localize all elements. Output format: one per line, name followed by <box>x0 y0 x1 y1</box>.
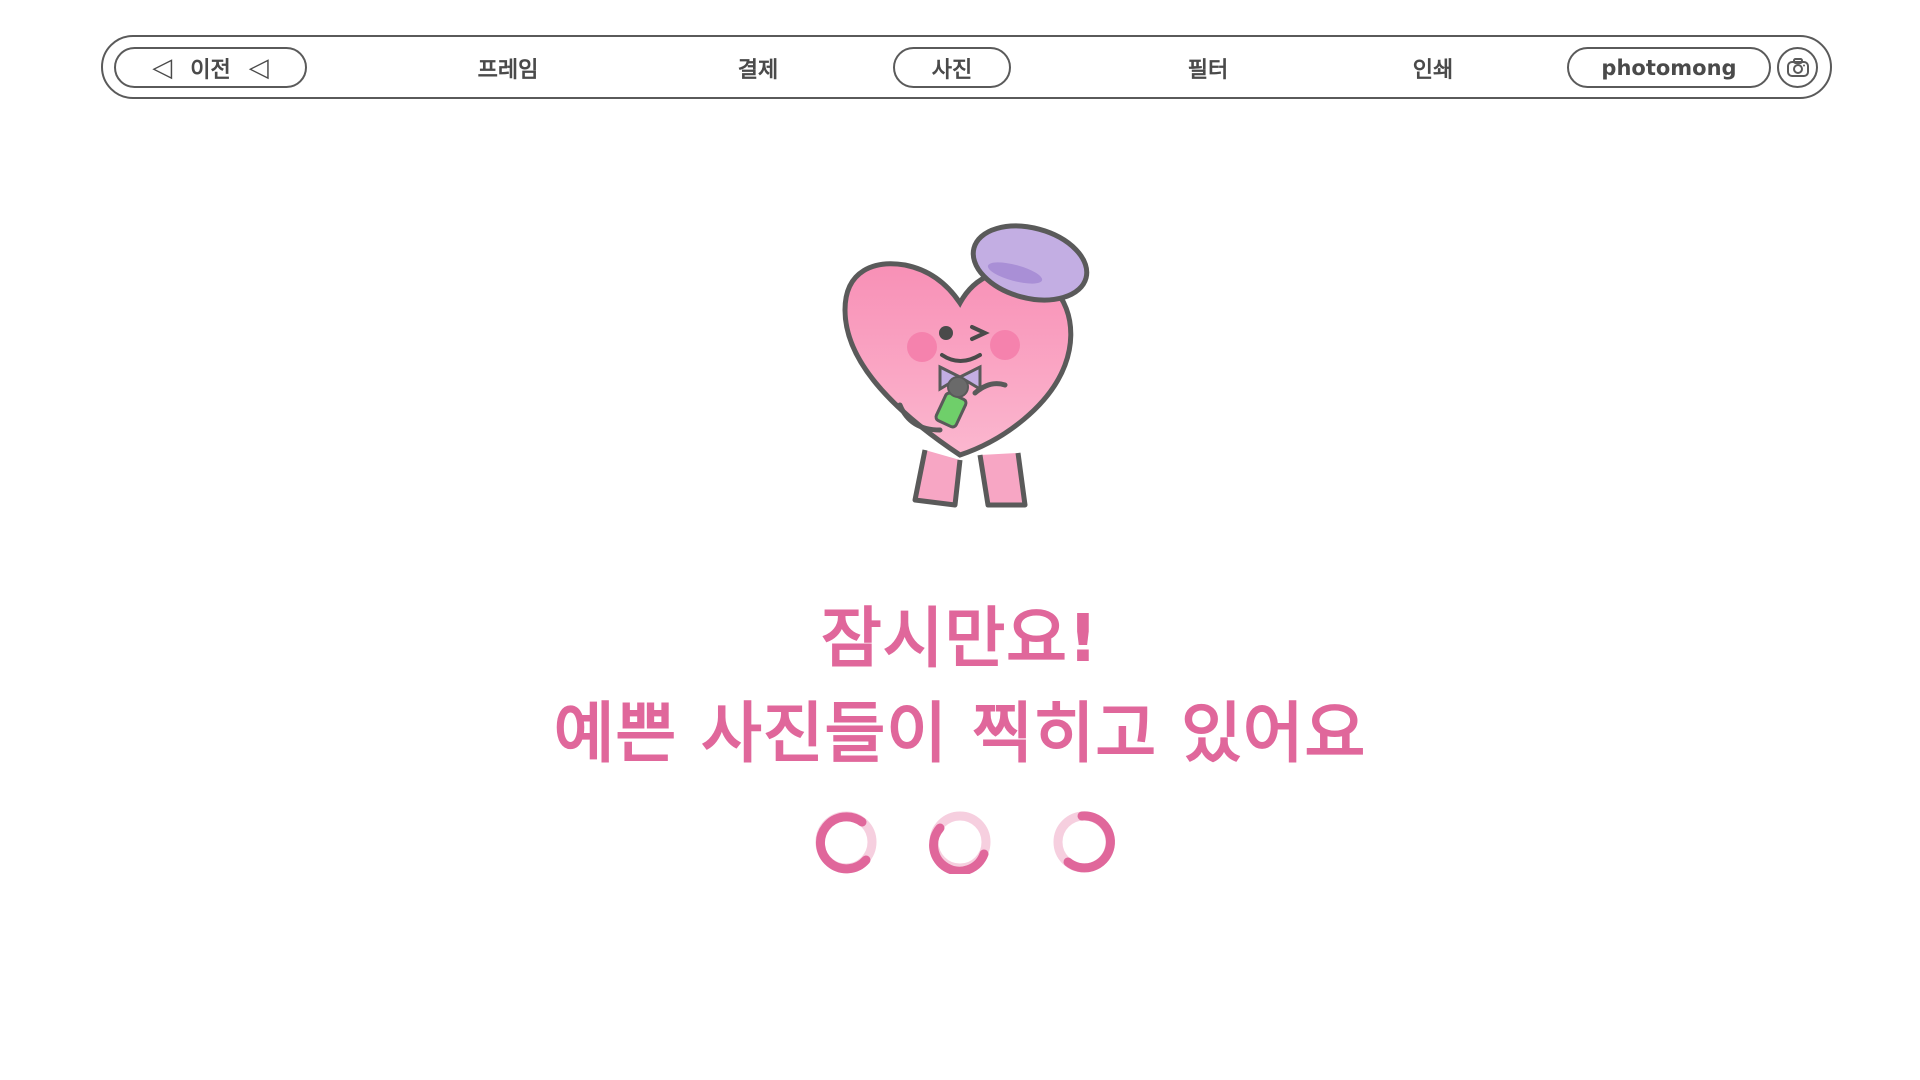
triangle-left-icon: ◁ <box>248 52 269 83</box>
step-filter: 필터 <box>1187 57 1229 83</box>
camera-button[interactable] <box>1777 47 1818 88</box>
triangle-left-icon: ◁ <box>152 52 173 83</box>
step-frame: 프레임 <box>477 57 539 83</box>
loading-spinner-icon <box>815 811 877 874</box>
loading-spinner-icon <box>1053 811 1115 873</box>
step-photo-active: 사진 <box>893 47 1011 88</box>
step-payment: 결제 <box>737 57 779 83</box>
camera-icon <box>1786 57 1809 77</box>
step-print: 인쇄 <box>1412 57 1454 83</box>
prev-button[interactable]: ◁ 이전 ◁ <box>114 47 307 88</box>
waiting-title: 잠시만요! <box>821 600 1099 677</box>
waiting-subtitle: 예쁜 사진들이 찍히고 있어요 <box>553 695 1367 772</box>
brand-badge: photomong <box>1567 47 1771 88</box>
prev-label: 이전 <box>190 57 231 83</box>
heart-mascot-illustration <box>842 223 1090 508</box>
top-navigation-bar: ◁ 이전 ◁ 프레임 결제 사진 필터 인쇄 photomong <box>101 35 1832 99</box>
loading-spinner-icon <box>929 811 991 874</box>
